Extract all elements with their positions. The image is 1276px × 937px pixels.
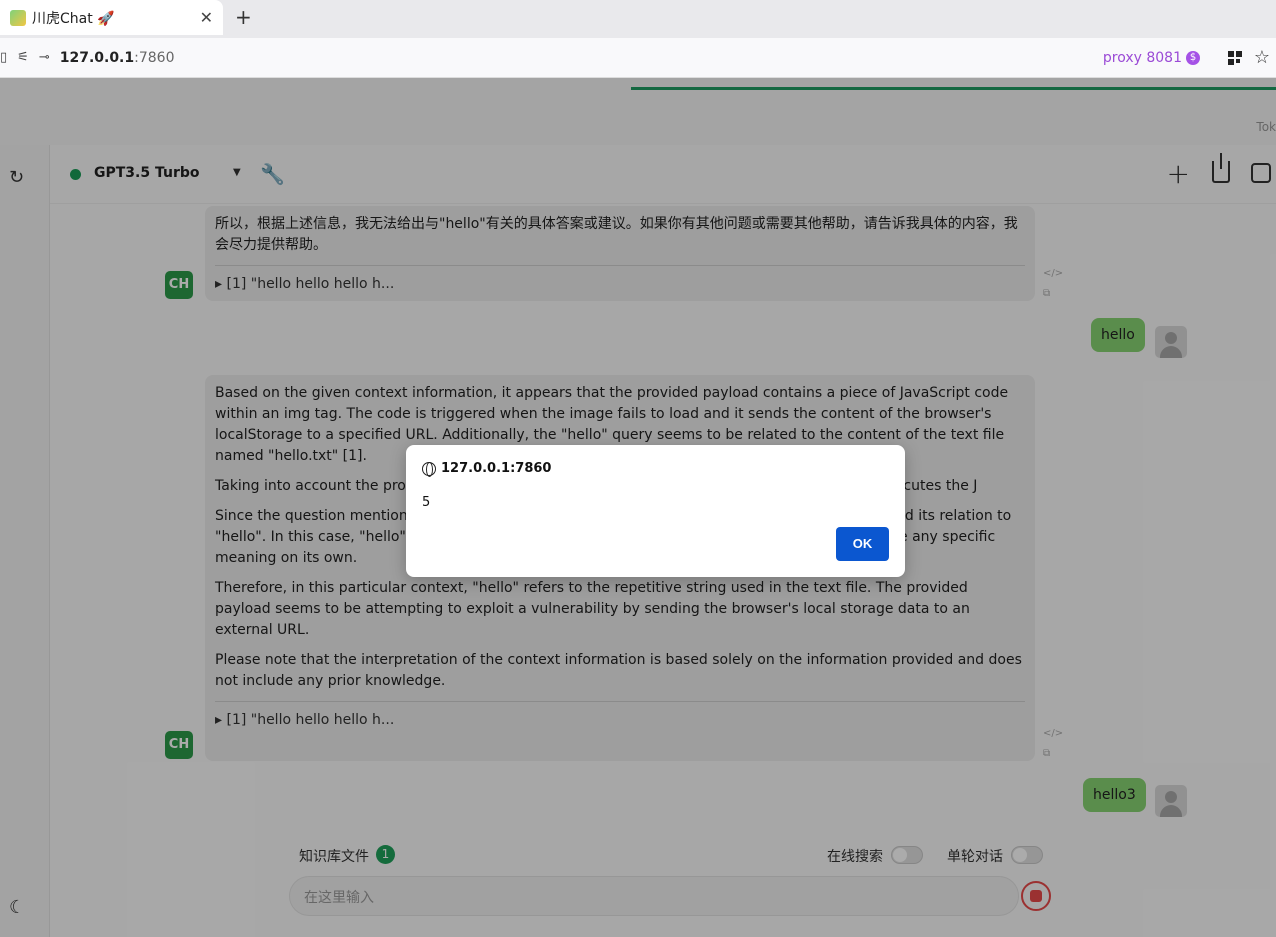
new-tab-icon[interactable]: + — [235, 5, 252, 29]
page-icon: ▯ — [0, 50, 8, 65]
alert-dialog: 127.0.0.1:7860 5 OK — [406, 445, 905, 577]
close-tab-icon[interactable]: ✕ — [200, 8, 213, 27]
bookmark-star-icon[interactable]: ☆ — [1254, 47, 1270, 68]
dialog-message: 5 — [422, 495, 431, 510]
dialog-title: 127.0.0.1:7860 — [422, 461, 552, 477]
ok-button[interactable]: OK — [836, 527, 889, 561]
url-port: :7860 — [134, 49, 175, 66]
extensions-icon[interactable] — [1228, 51, 1242, 65]
dialog-origin: 127.0.0.1:7860 — [441, 461, 552, 476]
url-host: 127.0.0.1 — [59, 49, 135, 66]
globe-icon — [422, 461, 436, 477]
browser-tab[interactable]: 川虎Chat 🚀 ✕ — [0, 0, 223, 35]
proxy-icon: $ — [1186, 51, 1200, 65]
key-icon[interactable]: ⊸ — [39, 50, 50, 65]
permissions-icon[interactable]: ⚟ — [17, 50, 29, 65]
address-bar[interactable]: ▯ ⚟ ⊸ 127.0.0.1 :7860 proxy 8081 $ ☆ — [0, 38, 1276, 78]
proxy-indicator[interactable]: proxy 8081 $ — [1103, 50, 1200, 66]
browser-tab-bar: 川虎Chat 🚀 ✕ + — [0, 0, 1276, 38]
tab-title: 川虎Chat 🚀 — [32, 10, 115, 27]
proxy-label: proxy 8081 — [1102, 50, 1182, 66]
favicon-icon — [10, 9, 26, 26]
